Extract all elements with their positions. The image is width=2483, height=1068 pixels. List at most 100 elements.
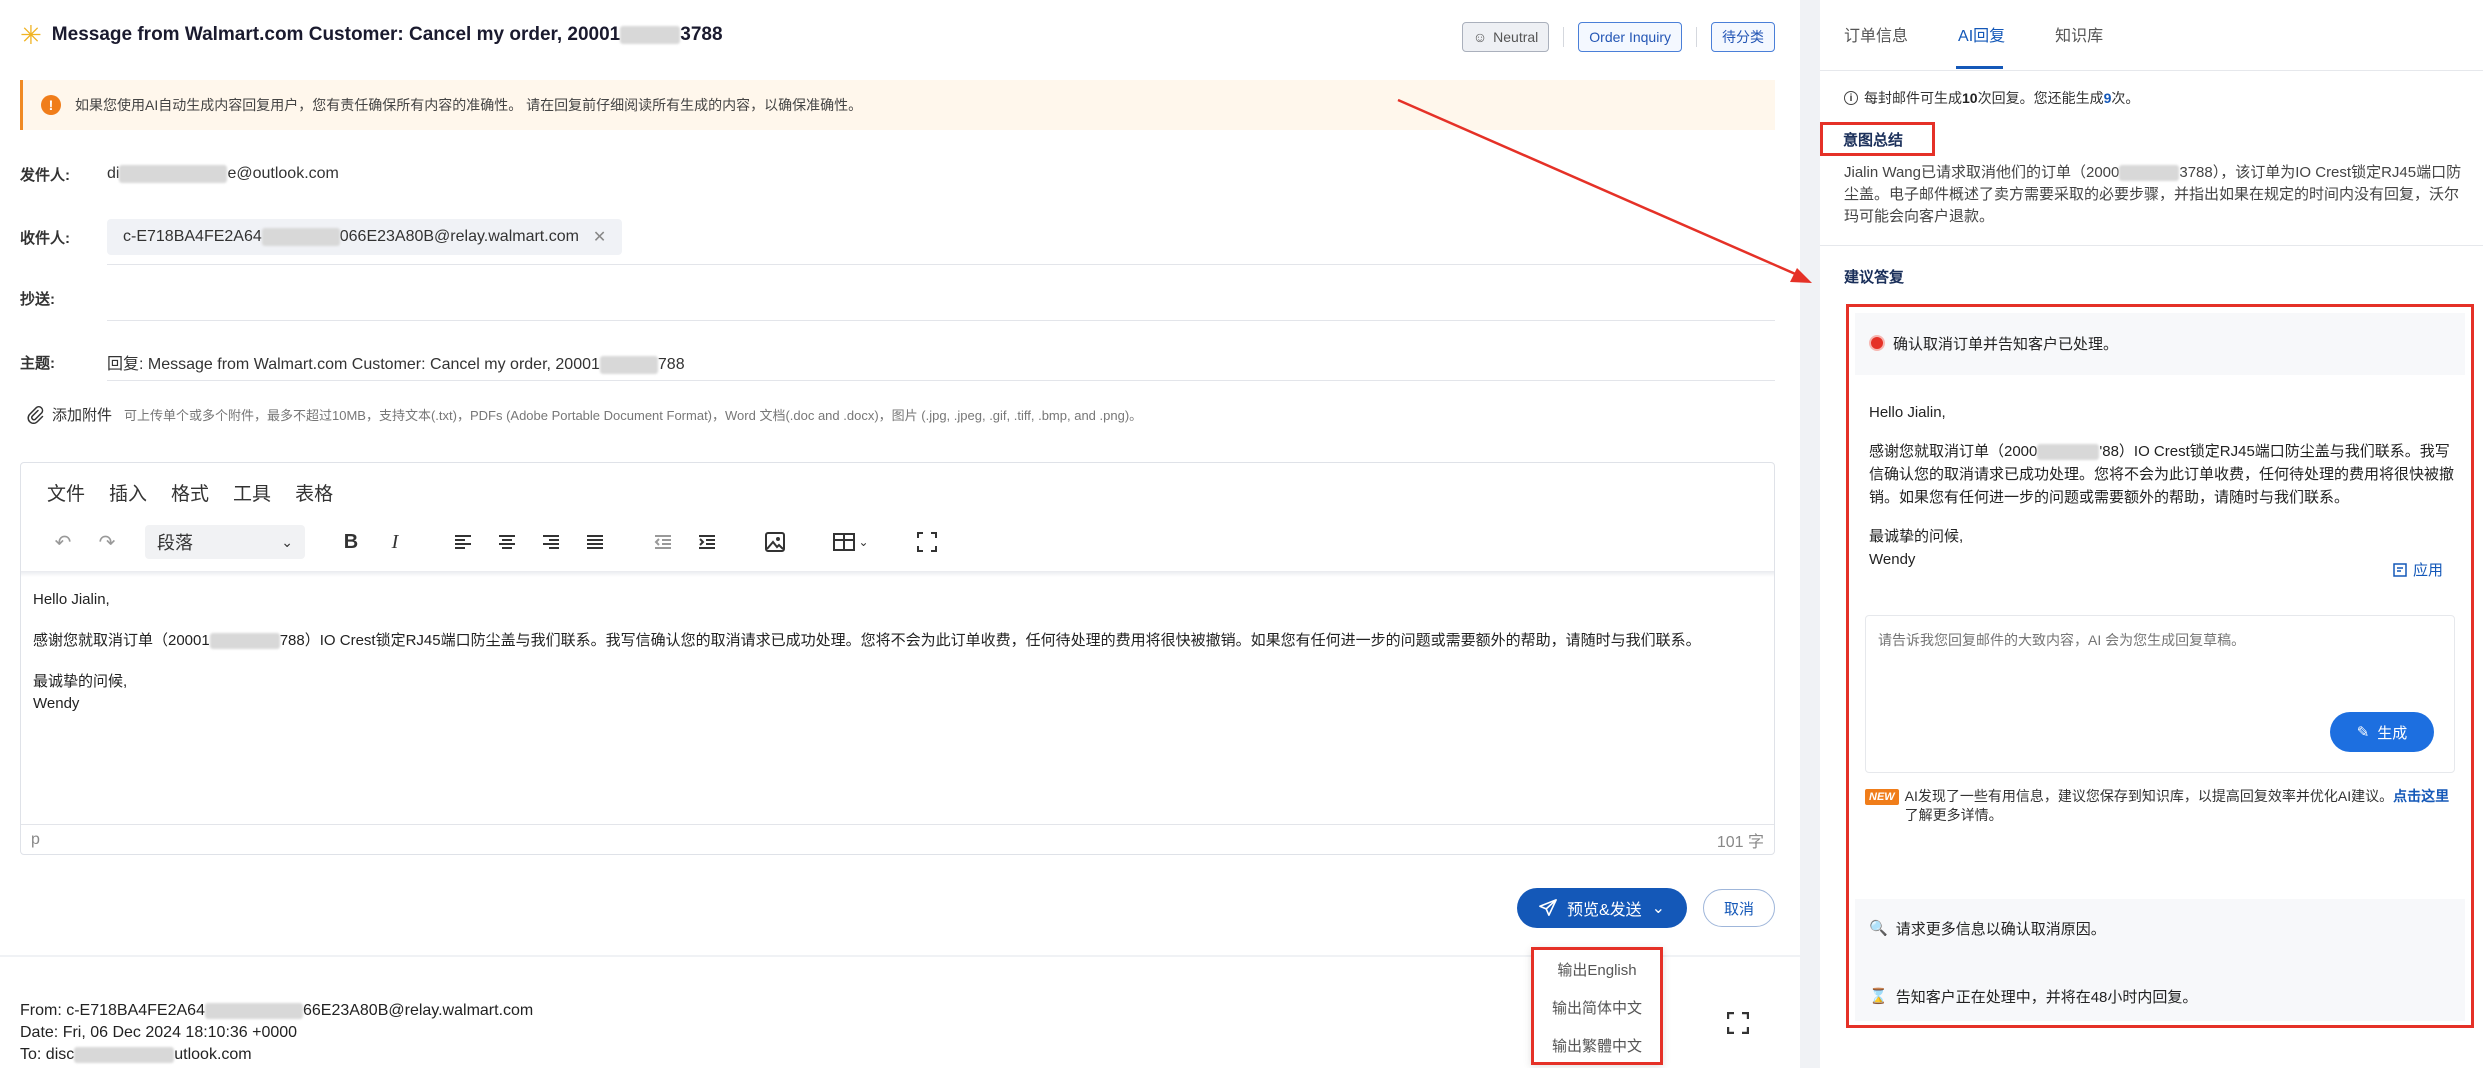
- align-justify-icon[interactable]: [573, 525, 617, 559]
- tab-ai-reply[interactable]: AI回复: [1958, 22, 2005, 46]
- recipient-address: c-E718BA4FE2A64 066E23A80B@relay.walmart.…: [123, 227, 579, 246]
- subject-field[interactable]: 回复: Message from Walmart.com Customer: C…: [107, 350, 685, 374]
- cc-field[interactable]: [107, 289, 1747, 309]
- category-tag[interactable]: Order Inquiry: [1578, 22, 1682, 52]
- divider: [1820, 70, 2483, 71]
- generate-button[interactable]: ✎ 生成: [2330, 712, 2434, 752]
- indent-icon[interactable]: [685, 525, 729, 559]
- suggestion-header[interactable]: 确认取消订单并告知客户已处理。: [1855, 313, 2465, 373]
- divider: [1820, 245, 2483, 246]
- output-english-option[interactable]: 输出English: [1534, 950, 1660, 988]
- tab-order-info[interactable]: 订单信息: [1844, 22, 1908, 46]
- exclamation-icon: !: [41, 95, 61, 115]
- subject-label: 主题:: [20, 354, 55, 372]
- tab-knowledge-base[interactable]: 知识库: [2055, 22, 2103, 46]
- outdent-icon[interactable]: [641, 525, 685, 559]
- element-path: p: [31, 830, 40, 848]
- suggested-reply-text: Hello Jialin, 感谢您就取消订单（2000'88）IO Crest锁…: [1869, 404, 2455, 568]
- add-attachment-link[interactable]: 添加附件: [52, 404, 112, 425]
- editor-content[interactable]: Hello Jialin, 感谢您就取消订单（20001 788）IO Crest…: [33, 589, 1760, 715]
- divider: [107, 264, 1775, 265]
- remove-recipient-icon[interactable]: ✕: [593, 227, 606, 247]
- divider: [107, 320, 1775, 321]
- divider: [1563, 27, 1565, 47]
- original-email-headers: From: c-E718BA4FE2A64 66E23A80B@relay.wal…: [20, 1000, 533, 1066]
- from-row: 发件人: di e@outlook.com: [20, 164, 1775, 185]
- greeting-line: Hello Jialin,: [33, 591, 110, 608]
- to-row: 收件人: c-E718BA4FE2A64 066E23A80B@relay.wal…: [20, 219, 1775, 255]
- language-dropdown: 输出English 输出简体中文 输出繁體中文: [1531, 947, 1663, 1065]
- click-here-link[interactable]: 点击这里: [2393, 788, 2449, 804]
- from-value: di e@outlook.com: [107, 165, 339, 184]
- orig-date: Date: Fri, 06 Dec 2024 18:10:36 +0000: [20, 1024, 298, 1041]
- new-badge: NEW: [1865, 789, 1899, 805]
- redo-icon[interactable]: ↷: [85, 525, 129, 559]
- menu-file[interactable]: 文件: [47, 479, 85, 506]
- send-icon: [1539, 899, 1557, 917]
- attachment-row: 添加附件 可上传单个或多个附件，最多不超过10MB，支持文本(.txt)，PDF…: [26, 404, 1142, 425]
- apply-button[interactable]: 应用: [2393, 559, 2443, 580]
- image-icon[interactable]: [753, 525, 797, 559]
- suggestion-card-3[interactable]: ⌛ 告知客户正在处理中，并将在48小时内回复。: [1855, 971, 2465, 1021]
- preview-send-button[interactable]: 预览&发送 ⌄: [1517, 888, 1687, 928]
- output-traditional-chinese-option[interactable]: 输出繁體中文: [1534, 1026, 1660, 1064]
- editor-menubar: 文件 插入 格式 工具 表格: [47, 479, 333, 506]
- align-right-icon[interactable]: [529, 525, 573, 559]
- menu-table[interactable]: 表格: [295, 479, 333, 506]
- table-icon[interactable]: ⌄: [821, 525, 881, 559]
- sentiment-tag[interactable]: ☺ Neutral: [1461, 22, 1550, 52]
- italic-icon[interactable]: I: [373, 525, 417, 559]
- generation-quota: i 每封邮件可生成10次回复。您还能生成9次。: [1844, 88, 2139, 108]
- divider: [107, 380, 1775, 381]
- cc-label: 抄送:: [20, 291, 55, 308]
- intent-summary-text: Jialin Wang已请求取消他们的订单（2000 3788），该订单为IO C…: [1844, 164, 2462, 225]
- ai-side-panel: 订单信息 AI回复 知识库 i 每封邮件可生成10次回复。您还能生成9次。 意图…: [1820, 0, 2483, 1068]
- fullscreen-icon[interactable]: [905, 525, 949, 559]
- magnifier-icon: 🔍: [1869, 920, 1888, 937]
- email-compose-panel: ✳ Message from Walmart.com Customer: Can…: [0, 0, 1800, 955]
- prompt-input-box: ✎ 生成: [1865, 615, 2455, 773]
- toolbar-shadow: [21, 571, 1774, 577]
- active-tab-indicator: [1956, 66, 2003, 69]
- align-left-icon[interactable]: [441, 525, 485, 559]
- bold-icon[interactable]: B: [329, 525, 373, 559]
- closing-line: 最诚挚的问候,: [33, 673, 128, 690]
- editor-toolbar: ↶ ↷ 段落 ⌄ B I ⌄: [41, 525, 949, 559]
- info-icon: i: [1844, 91, 1858, 105]
- menu-insert[interactable]: 插入: [109, 479, 147, 506]
- suggested-replies-title: 建议答复: [1844, 269, 1905, 286]
- output-simplified-chinese-option[interactable]: 输出简体中文: [1534, 988, 1660, 1026]
- from-label: 发件人:: [20, 167, 70, 184]
- selected-radio-icon: [1869, 335, 1885, 351]
- face-neutral-icon: ☺: [1472, 29, 1488, 45]
- cancel-button[interactable]: 取消: [1703, 889, 1775, 927]
- suggestion-card-2[interactable]: 🔍 请求更多信息以确认取消原因。: [1855, 899, 2465, 957]
- walmart-spark-icon: ✳: [20, 20, 42, 50]
- align-center-icon[interactable]: [485, 525, 529, 559]
- block-format-select[interactable]: 段落 ⌄: [145, 525, 305, 559]
- ai-warning-banner: ! 如果您使用AI自动生成内容回复用户，您有责任确保所有内容的准确性。 请在回复…: [20, 80, 1775, 130]
- apply-icon: [2393, 562, 2407, 577]
- menu-tools[interactable]: 工具: [233, 479, 271, 506]
- body-paragraph: 感谢您就取消订单（20001 788）IO Crest锁定RJ45端口防尘盖与我们…: [33, 632, 1701, 650]
- intent-summary-title: 意图总结: [1820, 122, 1935, 156]
- suggestion-body: Hello Jialin, 感谢您就取消订单（2000'88）IO Crest锁…: [1855, 375, 2465, 927]
- recipient-chip[interactable]: c-E718BA4FE2A64 066E23A80B@relay.walmart.…: [107, 219, 623, 255]
- chevron-down-icon: ⌄: [281, 533, 293, 550]
- menu-format[interactable]: 格式: [171, 479, 209, 506]
- paperclip-icon[interactable]: [26, 405, 44, 424]
- hourglass-icon: ⌛: [1869, 988, 1888, 1005]
- email-tags: ☺ Neutral Order Inquiry 待分类: [1461, 22, 1775, 52]
- magic-wand-icon: ✎: [2356, 724, 2370, 741]
- signature-name: Wendy: [33, 695, 80, 712]
- chevron-down-icon: ⌄: [858, 535, 869, 549]
- pending-tag[interactable]: 待分类: [1711, 22, 1775, 52]
- editor-statusbar: p 101 字: [21, 824, 1774, 854]
- expand-icon[interactable]: [1727, 1012, 1749, 1034]
- panel-tabs: 订单信息 AI回复 知识库: [1844, 22, 2103, 46]
- undo-icon[interactable]: ↶: [41, 525, 85, 559]
- divider: [1696, 27, 1697, 47]
- email-title: Message from Walmart.com Customer: Cance…: [51, 24, 723, 45]
- word-count: 101 字: [1716, 833, 1764, 851]
- knowledge-tip: NEW AI发现了一些有用信息，建议您保存到知识库，以提高回复效率并优化AI建议…: [1865, 787, 2455, 825]
